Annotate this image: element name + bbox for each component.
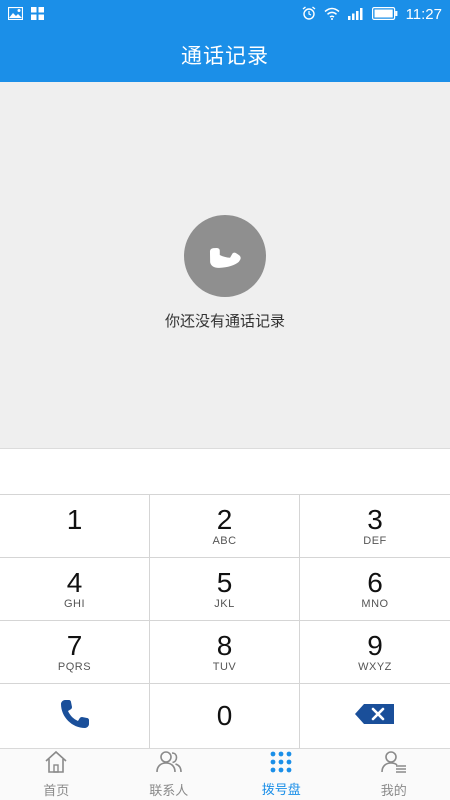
nav-item-profile[interactable]: 我的 xyxy=(338,749,450,800)
key-digit: 1 xyxy=(66,504,83,535)
key-digit: 2 xyxy=(216,504,233,535)
key-letters: DEF xyxy=(363,535,387,547)
key-letters: JKL xyxy=(214,598,235,610)
nav-item-home[interactable]: 首页 xyxy=(0,749,113,800)
bottom-nav: 首页 联系人 拨号盘 我的 xyxy=(0,748,450,800)
key-digit: 4 xyxy=(66,567,83,598)
key-digit: 5 xyxy=(216,567,233,598)
key-digit: 0 xyxy=(216,700,233,731)
signal-icon xyxy=(347,5,364,24)
status-right: 11:27 xyxy=(302,5,442,24)
key-9[interactable]: 9 WXYZ xyxy=(300,621,450,684)
backspace-button[interactable] xyxy=(300,684,450,749)
key-3[interactable]: 3 DEF xyxy=(300,495,450,558)
key-digit: 8 xyxy=(216,630,233,661)
wifi-icon xyxy=(324,5,340,24)
nav-label: 拨号盘 xyxy=(261,783,301,798)
key-digit: 9 xyxy=(367,630,383,661)
key-letters: GHI xyxy=(63,598,86,610)
key-letters: PQRS xyxy=(57,661,92,673)
phone-handset-icon xyxy=(184,215,266,297)
key-4[interactable]: 4 GHI xyxy=(0,558,150,621)
key-7[interactable]: 7 PQRS xyxy=(0,621,150,684)
key-8[interactable]: 8 TUV xyxy=(150,621,300,684)
nav-label: 联系人 xyxy=(149,784,189,799)
key-digit: 7 xyxy=(66,630,83,661)
page-title: 通话记录 xyxy=(181,44,269,68)
status-bar: 11:27 xyxy=(0,0,450,28)
key-5[interactable]: 5 JKL xyxy=(150,558,300,621)
call-button[interactable] xyxy=(0,684,150,749)
key-2[interactable]: 2 ABC xyxy=(150,495,300,558)
alarm-icon xyxy=(302,5,316,24)
battery-icon xyxy=(371,5,398,24)
app-grid-icon xyxy=(31,5,44,24)
status-time: 11:27 xyxy=(405,5,442,23)
dialpad: 1 2 ABC 3 DEF 4 GHI 5 JKL 6 MNO 7 PQRS 8… xyxy=(0,494,450,749)
dialpad-icon xyxy=(269,751,293,777)
app-header: 通话记录 xyxy=(0,28,450,82)
nav-item-contacts[interactable]: 联系人 xyxy=(113,749,226,800)
call-log-empty-area: 你还没有通话记录 xyxy=(0,82,450,448)
contacts-icon xyxy=(155,750,182,778)
nav-item-dialpad[interactable]: 拨号盘 xyxy=(225,749,338,800)
empty-message: 你还没有通话记录 xyxy=(164,312,285,330)
profile-icon xyxy=(380,750,407,778)
status-left xyxy=(7,5,44,24)
number-input-display xyxy=(0,448,450,494)
key-letters: ABC xyxy=(212,535,237,547)
key-digit: 6 xyxy=(367,567,383,598)
key-letters: TUV xyxy=(212,661,237,673)
key-letters: MNO xyxy=(361,598,389,610)
home-icon xyxy=(43,750,69,778)
gallery-icon xyxy=(7,5,24,24)
key-6[interactable]: 6 MNO xyxy=(300,558,450,621)
backspace-icon xyxy=(354,703,396,729)
nav-label: 我的 xyxy=(380,784,407,799)
key-1[interactable]: 1 xyxy=(0,495,150,558)
nav-label: 首页 xyxy=(43,784,70,799)
phone-call-icon xyxy=(58,697,92,735)
key-letters: WXYZ xyxy=(358,661,392,673)
key-digit: 3 xyxy=(367,504,383,535)
key-0[interactable]: 0 xyxy=(150,684,300,749)
